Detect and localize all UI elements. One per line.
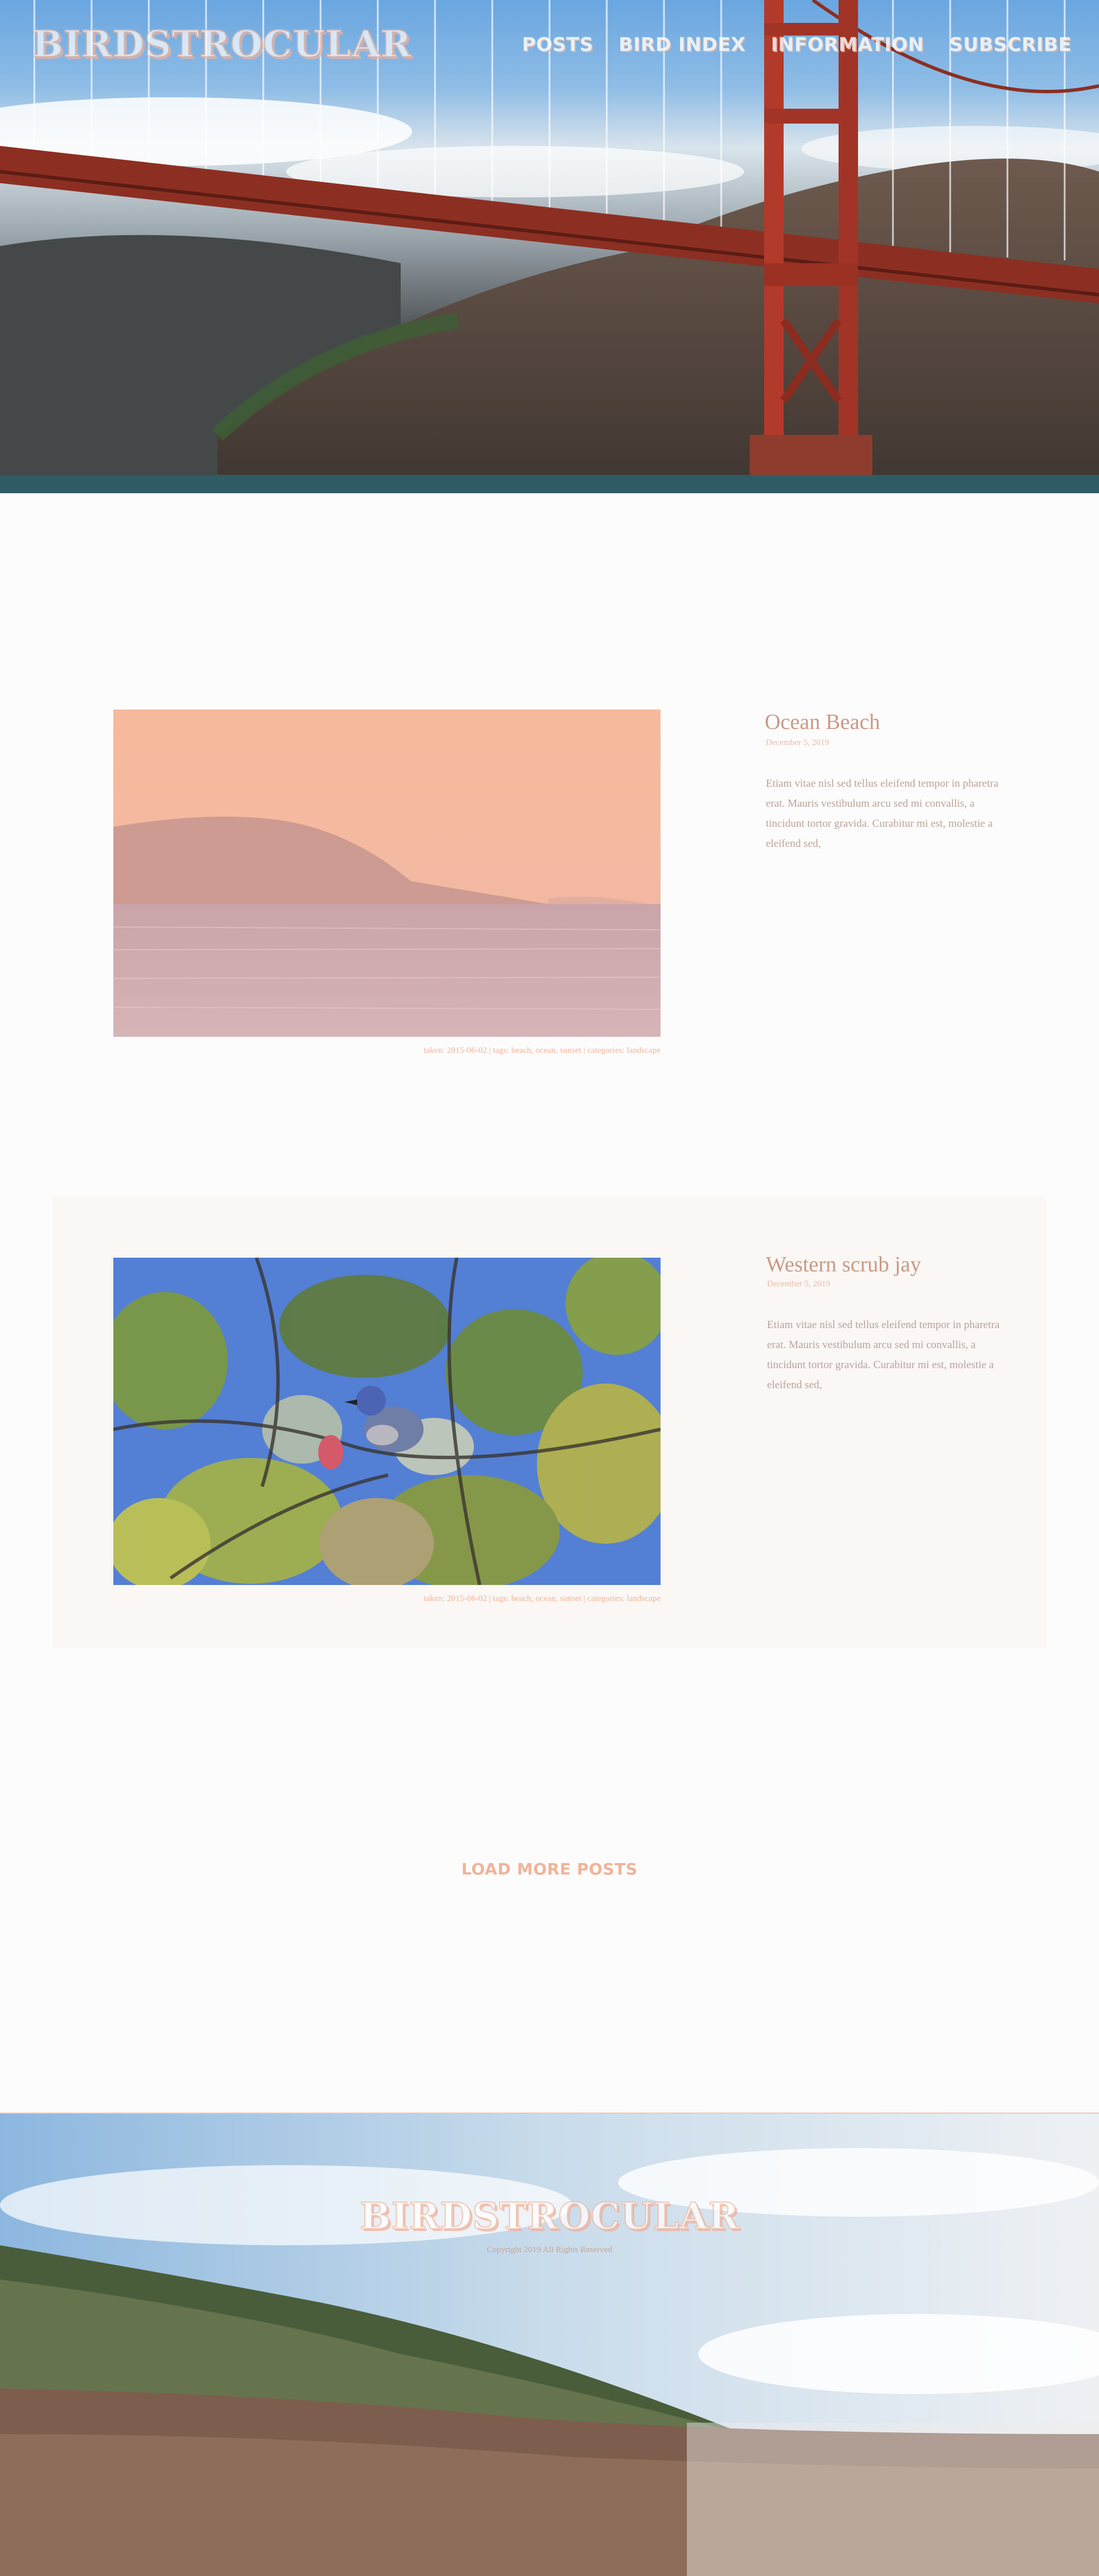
post-meta: taken: 2015-06-02 | tags: beach, ocean, …	[424, 1594, 661, 1603]
post-excerpt: Etiam vitae nisl sed tellus eleifend tem…	[766, 778, 999, 850]
hero-header: BIRDSTROCULAR Posts Bird Index Informati…	[0, 0, 1099, 493]
footer-logo[interactable]: BIRDSTROCULAR	[0, 2194, 1099, 2238]
post-title[interactable]: Western scrub jay	[766, 1252, 921, 1277]
nav-item-bird-index[interactable]: Bird Index	[619, 33, 746, 56]
post-excerpt: Etiam vitae nisl sed tellus eleifend tem…	[767, 1319, 1000, 1391]
post-card: taken: 2015-06-02 | tags: beach, ocean, …	[53, 1196, 1046, 1648]
main-nav: Posts Bird Index Information Subscribe	[522, 33, 1072, 56]
footer-image	[0, 2114, 1099, 2576]
nav-item-subscribe[interactable]: Subscribe	[949, 33, 1072, 56]
post-date: December 5, 2019	[767, 1279, 831, 1289]
nav-item-posts[interactable]: Posts	[522, 33, 594, 56]
copyright-text: Copyright 2019 All Rights Reserved	[487, 2245, 612, 2254]
post-title[interactable]: Ocean Beach	[765, 710, 880, 735]
post-date: December 5, 2019	[766, 738, 829, 747]
hero-image	[0, 0, 1099, 493]
scrub-jay-photo	[113, 1258, 661, 1585]
site-logo[interactable]: BIRDSTROCULAR	[31, 22, 412, 66]
post-image[interactable]	[113, 710, 661, 1037]
load-more-button[interactable]: Load more posts	[435, 1860, 664, 1879]
nav-item-information[interactable]: Information	[771, 33, 924, 56]
post-card: taken: 2015-06-02 | tags: beach, ocean, …	[0, 710, 1099, 1064]
ocean-beach-photo	[113, 710, 661, 1037]
post-image[interactable]	[113, 1258, 661, 1585]
footer: BIRDSTROCULAR Copyright 2019 All Rights …	[0, 2113, 1099, 2576]
post-meta: taken: 2015-06-02 | tags: beach, ocean, …	[424, 1046, 661, 1055]
